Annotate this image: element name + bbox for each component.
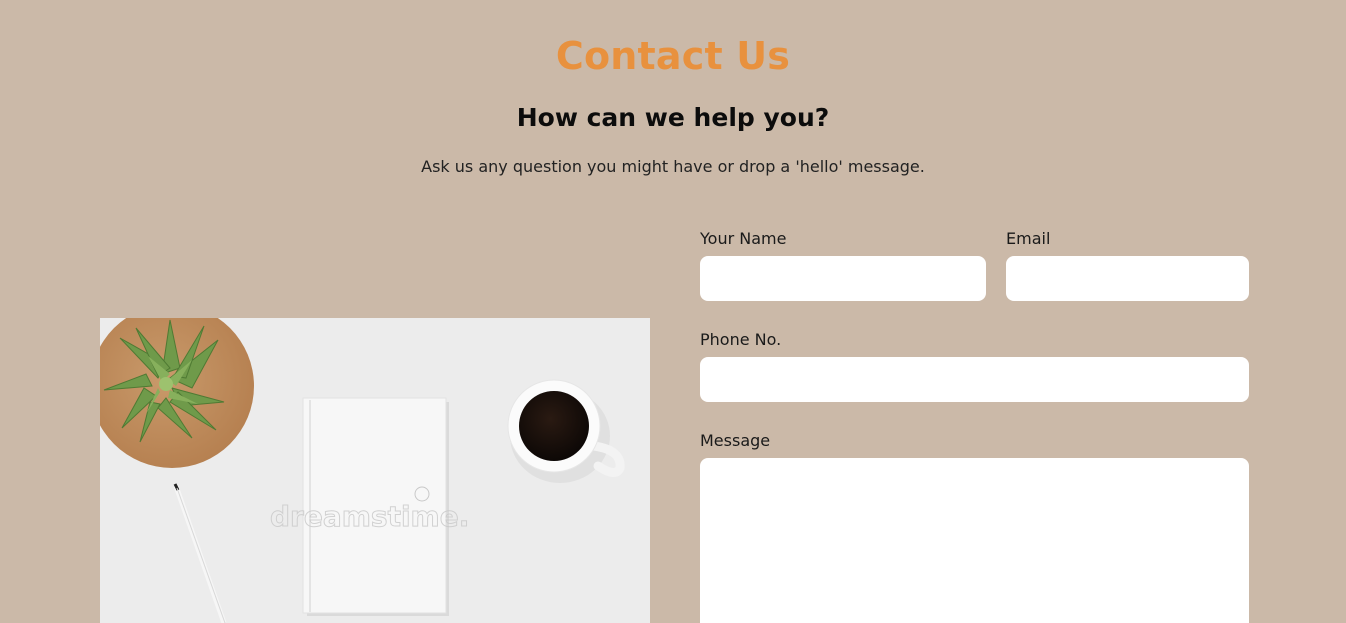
name-input[interactable] bbox=[700, 256, 986, 301]
phone-label: Phone No. bbox=[700, 330, 782, 349]
name-label: Your Name bbox=[700, 229, 787, 248]
watermark-text: dreamstime. bbox=[270, 500, 469, 533]
contact-page: Contact Us How can we help you? Ask us a… bbox=[0, 0, 1346, 623]
desk-photo: dreamstime. bbox=[100, 318, 650, 623]
email-label: Email bbox=[1006, 229, 1051, 248]
email-input[interactable] bbox=[1006, 256, 1249, 301]
intro-text: Ask us any question you might have or dr… bbox=[421, 157, 925, 176]
message-label: Message bbox=[700, 431, 771, 450]
phone-input[interactable] bbox=[700, 357, 1249, 402]
page-subtitle: How can we help you? bbox=[516, 103, 830, 132]
page-title: Contact Us bbox=[555, 34, 791, 78]
message-textarea[interactable] bbox=[700, 458, 1249, 623]
